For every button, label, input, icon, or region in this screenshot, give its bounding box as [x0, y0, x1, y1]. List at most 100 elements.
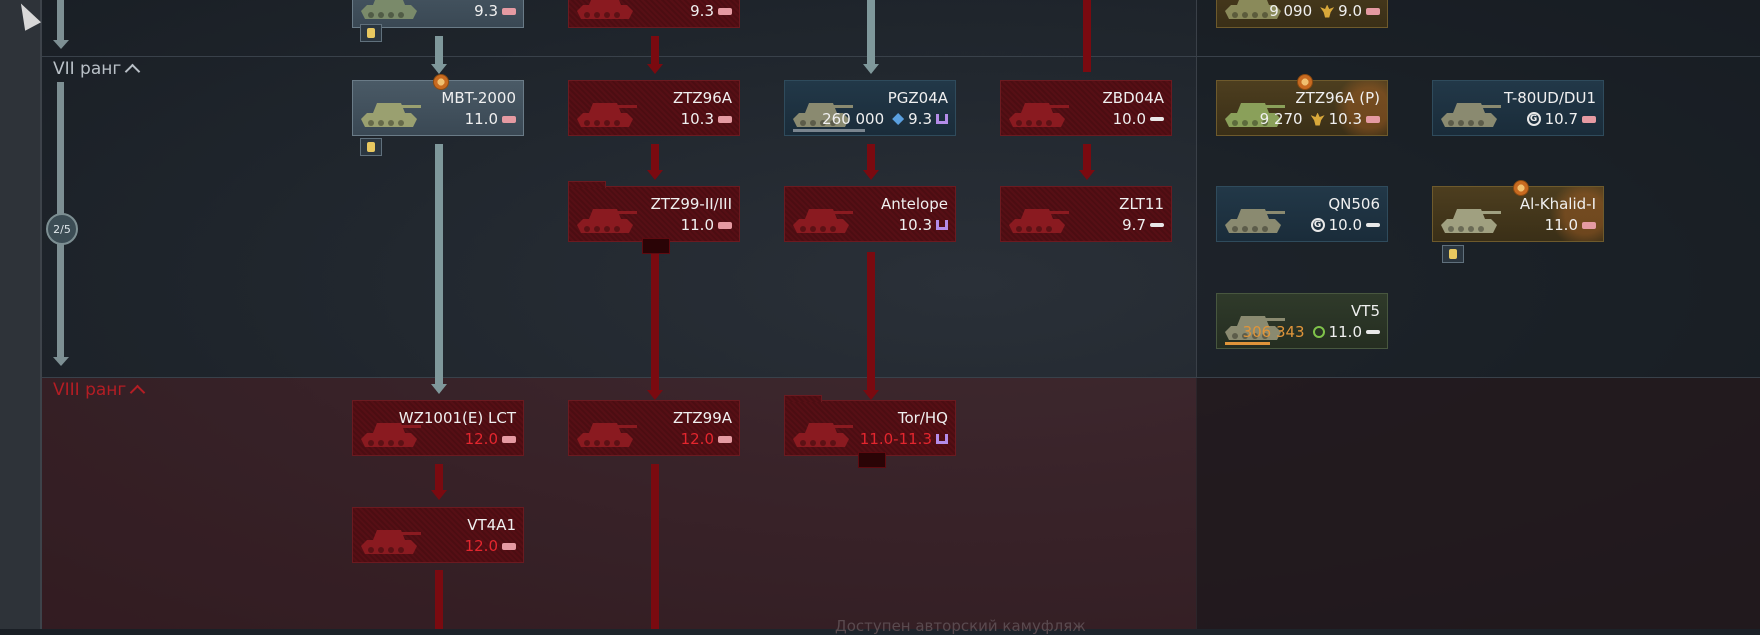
rank-vii-header[interactable]: VII ранг: [53, 59, 141, 80]
br-value: 9.3: [908, 110, 932, 128]
silver-lions-icon: [1312, 326, 1325, 338]
medal-icon: [1513, 180, 1529, 196]
vehicle-cost: 260 000: [822, 110, 885, 128]
battle-rating: 9 270 10.3: [1260, 110, 1380, 128]
vehicle-card-wz1001[interactable]: WZ1001(E) LCT 12.0: [352, 400, 524, 456]
vehicle-name: VT4A1: [467, 516, 516, 534]
tank-thumbnail-icon: [573, 409, 637, 451]
tank-thumbnail-icon: [573, 89, 637, 131]
vehicle-card-zlt11[interactable]: ZLT11 9.7: [1000, 186, 1172, 242]
vehicle-name: Al-Khalid-I: [1519, 195, 1596, 213]
br-value: 10.3: [680, 110, 714, 128]
chevron-up-icon: [125, 63, 141, 80]
vehicle-name: Antelope: [881, 195, 948, 213]
rank-viii-header[interactable]: VIII ранг: [53, 380, 146, 401]
folder-expand-icon[interactable]: [642, 238, 670, 254]
vehicle-name: ZTZ96A: [672, 89, 732, 107]
tank-thumbnail-icon: [573, 195, 637, 237]
vehicle-name: ZLT11: [1119, 195, 1164, 213]
rank-progress-arrow-icon: [53, 357, 69, 366]
ifv-gun-icon: [1366, 223, 1380, 227]
anti-air-icon: [936, 434, 948, 444]
folder-expand-icon[interactable]: [858, 452, 886, 468]
tank-thumbnail-icon: [1005, 89, 1069, 131]
vehicle-folder-ztz99[interactable]: ZTZ99-II/III 11.0: [568, 181, 740, 242]
br-value: 9.0: [1338, 2, 1362, 20]
connector-arrow-icon: [647, 390, 663, 400]
connector: [1083, 0, 1091, 72]
battle-rating: 11.0: [681, 216, 732, 234]
tank-thumbnail-icon: [357, 89, 421, 131]
battle-rating: 11.0: [465, 110, 516, 128]
connector-arrow-icon: [863, 64, 879, 74]
tank-thumbnail-icon: [573, 0, 637, 23]
vehicle-card[interactable]: 9.3: [568, 0, 740, 28]
vehicle-name: VT5: [1351, 302, 1380, 320]
research-progress-bar: [793, 129, 865, 132]
vehicle-card-antelope[interactable]: Antelope 10.3: [784, 186, 956, 242]
medal-icon: [433, 74, 449, 90]
vehicle-card-pgz04a[interactable]: PGZ04A 260 000 9.3: [784, 80, 956, 136]
anti-air-icon: [936, 114, 948, 124]
vehicle-card-vt5[interactable]: VT5 306 343 11.0: [1216, 293, 1388, 349]
battle-rating: G 10.7: [1526, 110, 1596, 128]
chevron-up-icon: [130, 384, 146, 401]
vehicle-card-ztz96a-p[interactable]: ZTZ96A (P) 9 270 10.3: [1216, 74, 1388, 136]
vehicle-card-zbd04a[interactable]: ZBD04A 10.0: [1000, 80, 1172, 136]
connector-arrow-icon: [431, 64, 447, 74]
connector: [435, 144, 443, 384]
br-value: 10.0: [1112, 110, 1146, 128]
vehicle-name: T-80UD/DU1: [1504, 89, 1596, 107]
connector-arrow-icon: [431, 384, 447, 394]
vehicle-card-al-khalid[interactable]: Al-Khalid-I 11.0: [1432, 180, 1604, 242]
vehicle-card[interactable]: 9 090 9.0: [1216, 0, 1388, 28]
br-value: 10.3: [1328, 110, 1362, 128]
medal-icon: [1297, 74, 1313, 90]
vehicle-card-mbt-2000[interactable]: MBT-2000 11.0: [352, 74, 524, 136]
connector-arrow-icon: [647, 170, 663, 180]
connector: [435, 36, 443, 64]
connector-arrow-icon: [1079, 170, 1095, 180]
tank-gun-icon: [1582, 221, 1596, 229]
ifv-gun-icon: [1366, 330, 1380, 334]
rank-progress-label: 2/5: [53, 222, 71, 236]
tank-gun-icon: [718, 115, 732, 123]
vehicle-folder-tor-hq[interactable]: Tor/HQ 11.0-11.3: [784, 395, 956, 456]
connector: [435, 464, 443, 490]
vehicle-card-ztz96a[interactable]: ZTZ96A 10.3: [568, 80, 740, 136]
vehicle-card-t-80ud[interactable]: T-80UD/DU1 G 10.7: [1432, 80, 1604, 136]
rank-progress-arrow-icon: [53, 40, 69, 49]
connector: [651, 36, 659, 64]
battle-rating: 11.0: [1545, 216, 1596, 234]
vehicle-card-qn506[interactable]: QN506 G 10.0: [1216, 186, 1388, 242]
rank-viii-premium-area: [1196, 378, 1760, 629]
tank-thumbnail-icon: [357, 0, 421, 23]
battle-rating: 10.3: [899, 216, 948, 234]
br-value: 11.0-11.3: [859, 430, 932, 448]
anti-air-icon: [936, 220, 948, 230]
aa-vehicle-thumbnail-icon: [789, 409, 853, 451]
golden-eagle-icon: [1310, 112, 1325, 126]
ifv-gun-icon: [1150, 223, 1164, 227]
vehicle-cost: 306 343: [1242, 323, 1305, 341]
tank-gun-icon: [1582, 115, 1596, 123]
br-value: 10.3: [898, 216, 932, 234]
battle-rating: 12.0: [465, 537, 516, 555]
br-value: 9.3: [690, 2, 714, 20]
camouflage-notice: Доступен авторский камуфляж: [835, 617, 1086, 635]
tank-gun-icon: [718, 7, 732, 15]
br-value: 9.7: [1122, 216, 1146, 234]
vehicle-card-ztz99a[interactable]: ZTZ99A 12.0: [568, 400, 740, 456]
vehicle-card-vt4a1[interactable]: VT4A1 12.0: [352, 507, 524, 563]
tank-gun-icon: [718, 221, 732, 229]
br-value: 12.0: [464, 430, 498, 448]
battle-rating: 10.3: [681, 110, 732, 128]
gift-vehicle-icon: [360, 24, 382, 42]
rank-progress-badge: 2/5: [46, 213, 78, 245]
tank-gun-icon: [1366, 7, 1380, 15]
br-value: 11.0: [680, 216, 714, 234]
br-value: 11.0: [1544, 216, 1578, 234]
aa-vehicle-thumbnail-icon: [789, 195, 853, 237]
tank-gun-icon: [502, 115, 516, 123]
tank-gun-icon: [502, 542, 516, 550]
